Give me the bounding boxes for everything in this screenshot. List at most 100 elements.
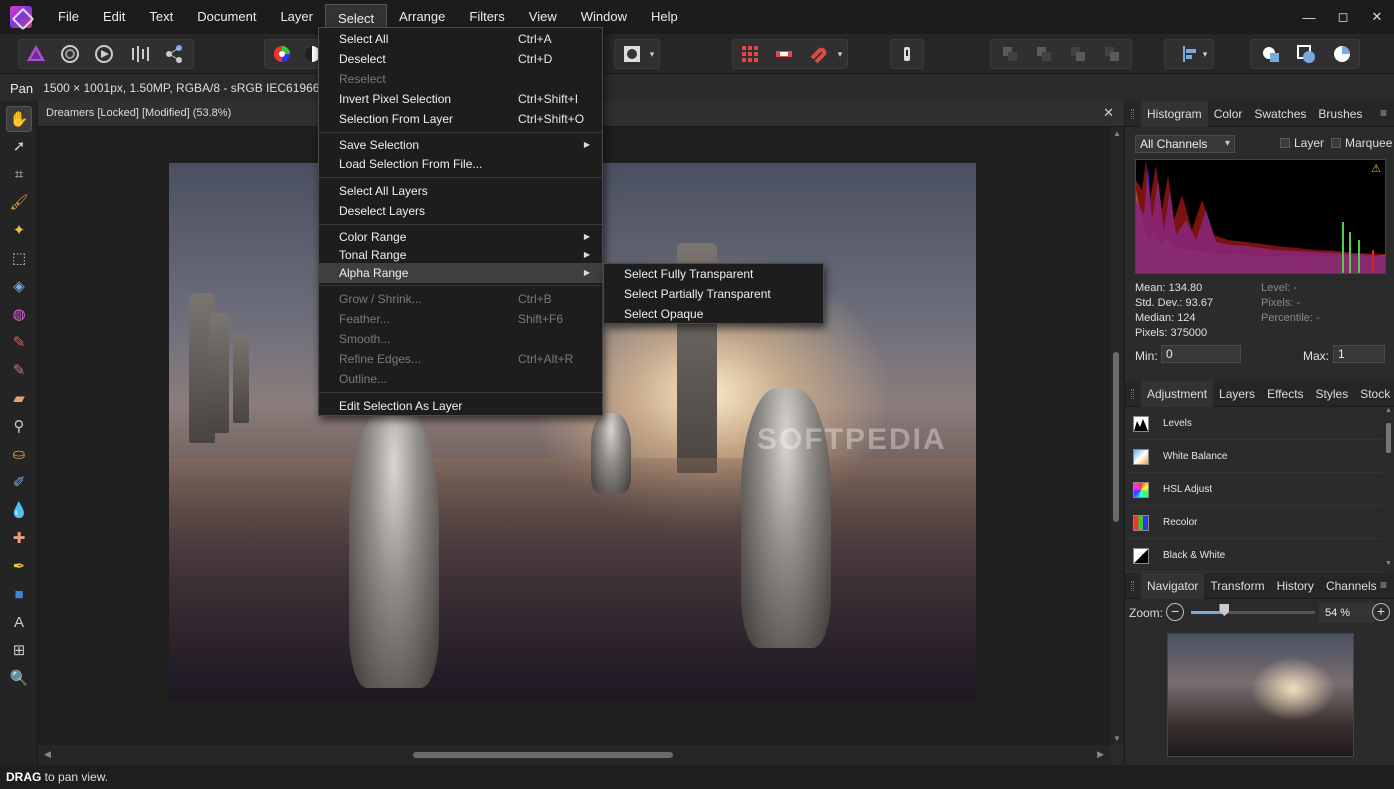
flood-select-icon[interactable]: ✦ xyxy=(6,217,32,243)
tab-adjustment[interactable]: Adjustment xyxy=(1141,380,1214,407)
list-item[interactable]: White Balance xyxy=(1125,440,1381,473)
gradient-tool-icon[interactable]: ◍ xyxy=(6,301,32,327)
subtract-operation-icon[interactable] xyxy=(1292,40,1320,68)
liquify-persona-icon[interactable] xyxy=(56,40,84,68)
menu-item-tonal-range[interactable]: Tonal Range ▶ xyxy=(319,245,602,265)
close-document-icon[interactable]: ✕ xyxy=(1103,105,1114,121)
panel-grip-icon[interactable] xyxy=(1131,109,1134,119)
tab-navigator[interactable]: Navigator xyxy=(1141,572,1205,599)
maximize-button[interactable]: ◻ xyxy=(1326,9,1360,25)
flood-fill-icon[interactable]: ◈ xyxy=(6,273,32,299)
rectangle-tool-icon[interactable]: ■ xyxy=(6,581,32,607)
scroll-up-icon[interactable]: ▲ xyxy=(1113,129,1121,138)
align-dropdown-icon[interactable]: ▾ xyxy=(1198,40,1212,68)
crop-tool-icon[interactable]: ⌗ xyxy=(6,161,32,187)
clone-brush-icon[interactable]: ⛀ xyxy=(6,441,32,467)
menu-item-select-all-layers[interactable]: Select All Layers xyxy=(319,181,602,201)
tab-layers[interactable]: Layers xyxy=(1213,381,1261,407)
tab-histogram[interactable]: Histogram xyxy=(1141,100,1208,127)
menu-item-edit-selection-as-layer[interactable]: Edit Selection As Layer xyxy=(319,396,602,416)
snapping-magnet-icon[interactable] xyxy=(804,40,832,68)
tab-stock[interactable]: Stock xyxy=(1354,381,1394,407)
tab-effects[interactable]: Effects xyxy=(1261,381,1309,407)
menu-text[interactable]: Text xyxy=(137,0,185,34)
zoom-out-button[interactable]: − xyxy=(1166,603,1184,621)
scroll-up-icon[interactable]: ▲ xyxy=(1385,407,1392,414)
quick-mask-icon[interactable] xyxy=(618,40,646,68)
marquee-tool-icon[interactable]: ⬚ xyxy=(6,245,32,271)
move-back-one-icon[interactable] xyxy=(1030,40,1058,68)
panel-grip-icon[interactable] xyxy=(1131,581,1134,591)
layer-checkbox[interactable] xyxy=(1280,138,1290,148)
vertical-scroll-thumb[interactable] xyxy=(1113,352,1119,522)
snapping-dropdown-icon[interactable]: ▾ xyxy=(832,40,848,68)
paint-brush-icon[interactable]: ✎ xyxy=(6,329,32,355)
channel-select[interactable]: All Channels xyxy=(1135,135,1235,153)
max-input[interactable]: 1 xyxy=(1333,345,1385,363)
grid-icon[interactable] xyxy=(736,40,764,68)
mask-dropdown-icon[interactable]: ▾ xyxy=(644,40,660,68)
mesh-warp-icon[interactable]: ⊞ xyxy=(6,637,32,663)
tab-brushes[interactable]: Brushes xyxy=(1312,101,1368,127)
add-operation-icon[interactable] xyxy=(1257,40,1285,68)
vertical-scrollbar[interactable]: ▲ ▼ xyxy=(1110,127,1124,745)
healing-brush-icon[interactable]: ✚ xyxy=(6,525,32,551)
scroll-left-icon[interactable]: ◀ xyxy=(44,749,51,760)
scroll-down-icon[interactable]: ▼ xyxy=(1385,560,1392,567)
close-window-button[interactable]: ✕ xyxy=(1360,9,1394,25)
menu-item-refine-edges[interactable]: Refine Edges... Ctrl+Alt+R xyxy=(319,349,602,369)
color-wheel-icon[interactable] xyxy=(268,40,296,68)
horizontal-scroll-thumb[interactable] xyxy=(413,752,673,758)
tab-swatches[interactable]: Swatches xyxy=(1248,101,1312,127)
navigator-preview[interactable] xyxy=(1167,633,1354,757)
panel-grip-icon[interactable] xyxy=(1131,389,1134,399)
export-persona-icon[interactable] xyxy=(160,40,188,68)
menu-item-reselect[interactable]: Reselect xyxy=(319,69,602,89)
tone-mapping-persona-icon[interactable] xyxy=(126,40,154,68)
adjustment-scroll-thumb[interactable] xyxy=(1386,423,1391,453)
tab-transform[interactable]: Transform xyxy=(1204,573,1270,599)
zoom-slider-knob[interactable] xyxy=(1219,604,1230,616)
panel-menu-icon[interactable]: ≡ xyxy=(1380,106,1387,120)
minimize-button[interactable]: — xyxy=(1292,10,1326,25)
menu-item-smooth[interactable]: Smooth... xyxy=(319,329,602,349)
menu-item-invert-pixel-selection[interactable]: Invert Pixel Selection Ctrl+Shift+I xyxy=(319,89,602,109)
affinity-photo-logo-icon[interactable] xyxy=(10,6,32,28)
tab-color[interactable]: Color xyxy=(1208,101,1249,127)
move-to-front-icon[interactable] xyxy=(1098,40,1126,68)
smudge-brush-icon[interactable]: ✐ xyxy=(6,469,32,495)
assistant-icon[interactable] xyxy=(893,40,921,68)
pen-tool-icon[interactable]: ✒ xyxy=(6,553,32,579)
marquee-checkbox[interactable] xyxy=(1331,138,1341,148)
dodge-brush-icon[interactable]: ⚲ xyxy=(6,413,32,439)
adjustment-scrollbar[interactable]: ▲ ▼ xyxy=(1383,407,1393,567)
horizontal-scrollbar[interactable]: ◀ ▶ xyxy=(38,745,1110,765)
menu-item-select-all[interactable]: Select All Ctrl+A xyxy=(319,29,602,49)
list-item[interactable]: Recolor xyxy=(1125,506,1381,539)
pan-tool-icon[interactable]: ✋ xyxy=(6,106,32,132)
color-replacement-icon[interactable]: ✎ xyxy=(6,357,32,383)
min-input[interactable]: 0 xyxy=(1161,345,1241,363)
zoom-tool-icon[interactable]: 🔍 xyxy=(6,665,32,691)
menu-item-alpha-range[interactable]: Alpha Range ▶ xyxy=(319,263,602,283)
zoom-in-button[interactable]: + xyxy=(1372,603,1390,621)
menu-item-select-opaque[interactable]: Select Opaque xyxy=(604,304,823,324)
scroll-right-icon[interactable]: ▶ xyxy=(1097,749,1104,760)
zoom-value-field[interactable]: 54 % xyxy=(1319,603,1375,623)
scroll-down-icon[interactable]: ▼ xyxy=(1113,734,1121,743)
move-tool-icon[interactable]: ➚ xyxy=(6,133,32,159)
photo-persona-icon[interactable] xyxy=(22,40,50,68)
list-item[interactable]: Levels xyxy=(1125,407,1381,440)
menu-item-selection-from-layer[interactable]: Selection From Layer Ctrl+Shift+O xyxy=(319,109,602,129)
menu-item-grow-shrink[interactable]: Grow / Shrink... Ctrl+B xyxy=(319,289,602,309)
move-to-back-icon[interactable] xyxy=(996,40,1024,68)
tab-styles[interactable]: Styles xyxy=(1310,381,1355,407)
list-item[interactable]: HSL Adjust xyxy=(1125,473,1381,506)
intersect-operation-icon[interactable] xyxy=(1328,40,1356,68)
menu-item-select-partially-transparent[interactable]: Select Partially Transparent xyxy=(604,284,823,304)
text-tool-icon[interactable]: A xyxy=(6,609,32,635)
menu-item-select-fully-transparent[interactable]: Select Fully Transparent xyxy=(604,264,823,284)
tab-history[interactable]: History xyxy=(1271,573,1320,599)
menu-item-deselect-layers[interactable]: Deselect Layers xyxy=(319,201,602,221)
erase-brush-icon[interactable]: ▰ xyxy=(6,385,32,411)
